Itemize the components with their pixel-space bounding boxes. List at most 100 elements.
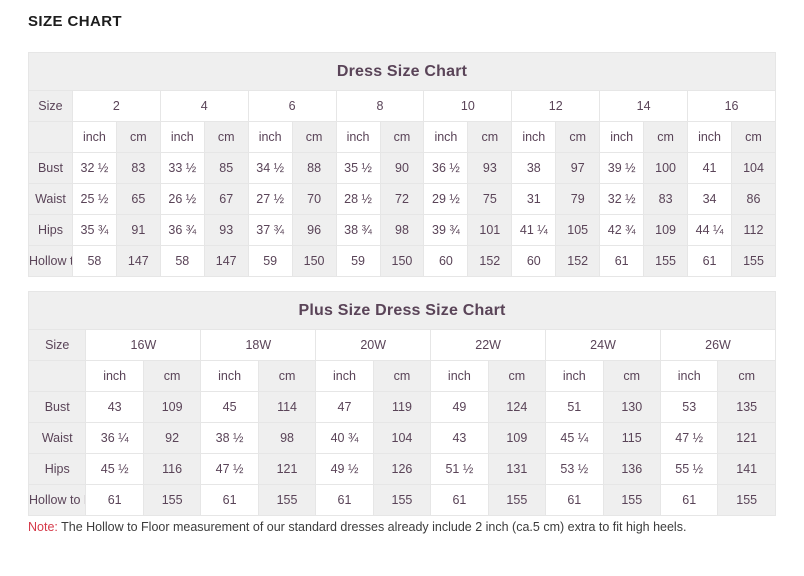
cell-inch: 36 ½ [424,153,468,184]
cell-inch: 43 [431,423,488,454]
plus-unit-inch-18w: inch [201,361,258,392]
plus-unit-cm-26w: cm [718,361,776,392]
table-row: Bust431094511447119491245113053135 [29,392,776,423]
cell-inch: 41 ¼ [512,215,556,246]
std-size-label: Size [29,91,73,122]
spacer-above-standard-table [28,32,776,52]
cell-inch: 47 ½ [660,423,717,454]
cell-cm: 98 [258,423,315,454]
cell-cm: 67 [204,184,248,215]
cell-inch: 38 ½ [201,423,258,454]
cell-cm: 83 [644,184,688,215]
plus-size-header-row: Size16W18W20W22W24W26W [29,330,776,361]
std-size-column-8: 8 [336,91,424,122]
std-size-column-12: 12 [512,91,600,122]
cell-cm: 115 [603,423,660,454]
plus-unit-cm-24w: cm [603,361,660,392]
cell-cm: 88 [292,153,336,184]
cell-cm: 105 [556,215,600,246]
std-size-column-16: 16 [688,91,776,122]
table-row: Hips45 ½11647 ½12149 ½12651 ½13153 ½1365… [29,454,776,485]
std-unit-inch-10: inch [424,122,468,153]
cell-cm: 152 [556,246,600,277]
std-size-column-14: 14 [600,91,688,122]
standard-size-header-row: Size246810121416 [29,91,776,122]
plus-unit-inch-24w: inch [546,361,603,392]
std-size-column-2: 2 [72,91,160,122]
std-unit-cm-8: cm [380,122,424,153]
cell-inch: 36 ¼ [86,423,143,454]
std-unit-inch-12: inch [512,122,556,153]
cell-cm: 90 [380,153,424,184]
plus-size-label: Size [29,330,86,361]
cell-cm: 131 [488,454,545,485]
table-row: Waist36 ¼9238 ½9840 ¾1044310945 ¼11547 ½… [29,423,776,454]
cell-cm: 155 [644,246,688,277]
standard-size-table: Dress Size Chart Size246810121416 inchcm… [28,52,776,277]
table-row: Hollow to Floor6115561155611556115561155… [29,485,776,516]
cell-cm: 130 [603,392,660,423]
cell-inch: 58 [72,246,116,277]
cell-inch: 42 ¾ [600,215,644,246]
plus-row-label: Waist [29,423,86,454]
cell-cm: 155 [488,485,545,516]
std-unit-cm-16: cm [732,122,776,153]
cell-cm: 104 [373,423,430,454]
cell-inch: 53 ½ [546,454,603,485]
cell-inch: 35 ½ [336,153,380,184]
cell-cm: 86 [732,184,776,215]
cell-inch: 45 ½ [86,454,143,485]
cell-inch: 39 ½ [600,153,644,184]
plus-row-label: Hollow to Floor [29,485,86,516]
cell-inch: 59 [248,246,292,277]
standard-table-title-row: Dress Size Chart [29,53,776,91]
cell-cm: 104 [732,153,776,184]
plus-size-column-18w: 18W [201,330,316,361]
footnote-label: Note: [28,520,58,534]
cell-inch: 51 [546,392,603,423]
plus-unit-cm-18w: cm [258,361,315,392]
cell-cm: 150 [292,246,336,277]
cell-inch: 61 [688,246,732,277]
cell-inch: 28 ½ [336,184,380,215]
plus-table-body: Plus Size Dress Size Chart Size16W18W20W… [29,292,776,516]
cell-inch: 38 [512,153,556,184]
cell-inch: 31 [512,184,556,215]
cell-inch: 38 ¾ [336,215,380,246]
cell-inch: 26 ½ [160,184,204,215]
plus-size-column-26w: 26W [660,330,775,361]
cell-cm: 112 [732,215,776,246]
cell-inch: 44 ¼ [688,215,732,246]
std-unit-cm-12: cm [556,122,600,153]
cell-inch: 45 ¼ [546,423,603,454]
plus-unit-header-row: inchcminchcminchcminchcminchcminchcm [29,361,776,392]
plus-table-title-row: Plus Size Dress Size Chart [29,292,776,330]
std-unit-inch-16: inch [688,122,732,153]
cell-inch: 41 [688,153,732,184]
cell-inch: 49 ½ [316,454,373,485]
cell-inch: 47 ½ [201,454,258,485]
cell-inch: 45 [201,392,258,423]
std-size-column-4: 4 [160,91,248,122]
plus-size-column-16w: 16W [86,330,201,361]
cell-inch: 61 [201,485,258,516]
cell-cm: 109 [143,392,200,423]
plus-unit-cm-20w: cm [373,361,430,392]
cell-inch: 61 [86,485,143,516]
cell-cm: 91 [116,215,160,246]
cell-cm: 85 [204,153,248,184]
std-size-column-6: 6 [248,91,336,122]
cell-inch: 34 [688,184,732,215]
cell-cm: 109 [644,215,688,246]
cell-cm: 135 [718,392,776,423]
cell-inch: 60 [424,246,468,277]
std-unit-inch-4: inch [160,122,204,153]
cell-cm: 155 [373,485,430,516]
std-unit-row-blank [29,122,73,153]
cell-inch: 32 ½ [72,153,116,184]
plus-size-table: Plus Size Dress Size Chart Size16W18W20W… [28,291,776,516]
cell-cm: 155 [258,485,315,516]
plus-size-column-20w: 20W [316,330,431,361]
cell-cm: 155 [718,485,776,516]
cell-cm: 121 [718,423,776,454]
